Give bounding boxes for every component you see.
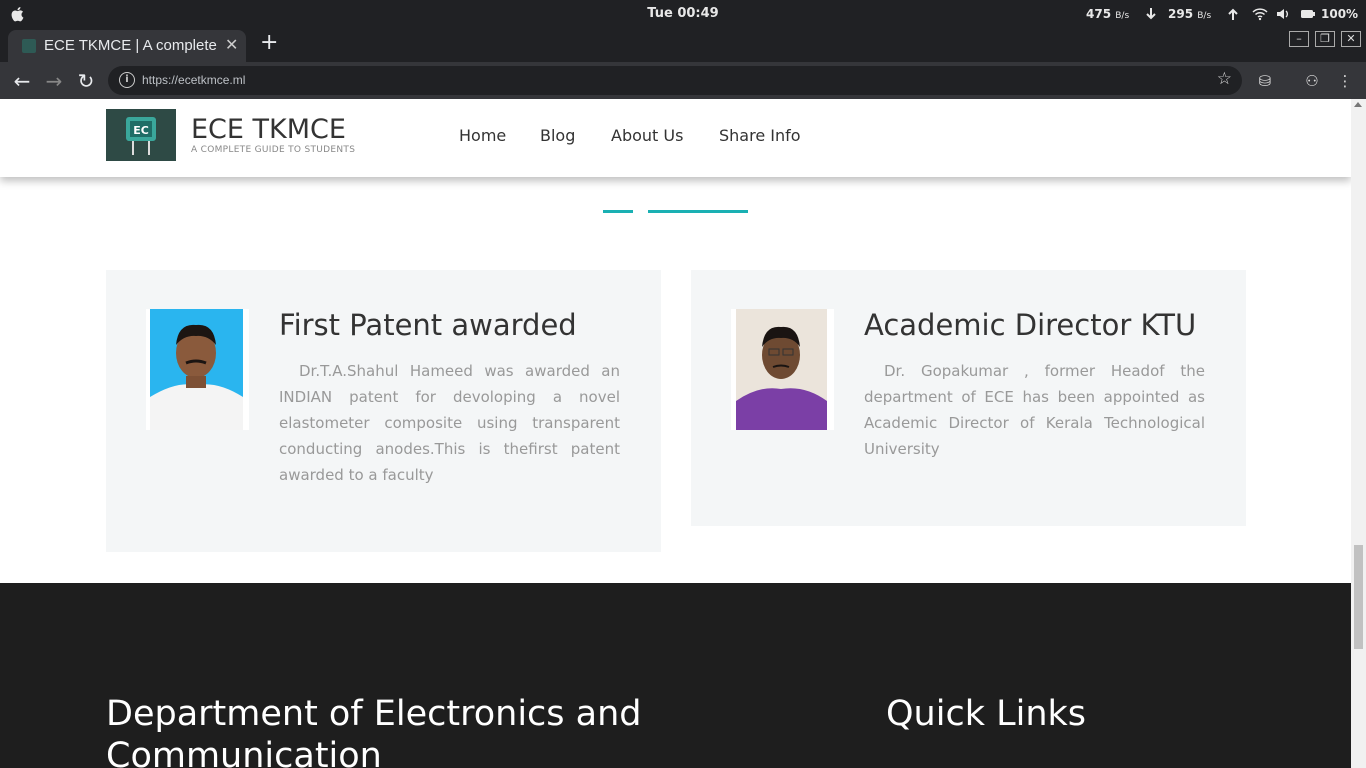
nav-blog[interactable]: Blog xyxy=(540,126,575,145)
tab-close-icon[interactable]: ✕ xyxy=(225,35,238,55)
site-info-icon[interactable]: i xyxy=(119,72,135,88)
news-card: First Patent awarded Dr.T.A.Shahul Hamee… xyxy=(106,270,661,552)
web-page: EC ECE TKMCE A COMPLETE GUIDE TO STUDENT… xyxy=(0,99,1351,768)
site-tagline: A COMPLETE GUIDE TO STUDENTS xyxy=(191,145,356,155)
extension-icon[interactable]: ⛁ xyxy=(1256,72,1274,90)
browser-toolbar: ← → ↻ i https://ecetkmce.ml ☆ ⛁ ⚇ ⋮ xyxy=(0,62,1366,99)
nav-share-info[interactable]: Share Info xyxy=(719,126,801,145)
menu-kebab-icon[interactable]: ⋮ xyxy=(1336,72,1354,90)
minimize-window-button[interactable]: – xyxy=(1289,31,1309,47)
address-bar[interactable]: i https://ecetkmce.ml ☆ xyxy=(108,66,1242,95)
news-body-1: Dr.T.A.Shahul Hameed was awarded an INDI… xyxy=(279,362,620,484)
download-rate: 475 B/s xyxy=(1086,7,1130,21)
faculty-photo-hameed xyxy=(146,309,249,430)
incognito-icon[interactable]: ⚇ xyxy=(1303,72,1321,90)
site-footer: Department of Electronics and Communicat… xyxy=(0,583,1351,768)
url-text[interactable]: https://ecetkmce.ml xyxy=(142,73,245,87)
tab-strip: ECE TKMCE | A complete guide to students… xyxy=(0,28,1366,62)
site-logo[interactable]: EC xyxy=(106,109,176,161)
download-arrow-icon xyxy=(1146,8,1156,20)
site-brand[interactable]: ECE TKMCE xyxy=(191,115,346,145)
news-title-1[interactable]: First Patent awarded xyxy=(279,308,577,342)
site-header: EC ECE TKMCE A COMPLETE GUIDE TO STUDENT… xyxy=(0,99,1351,177)
back-arrow-icon[interactable]: ← xyxy=(11,70,33,92)
footer-quick-links-heading: Quick Links xyxy=(886,694,1087,734)
bookmark-star-icon[interactable]: ☆ xyxy=(1217,69,1232,89)
section-divider-short xyxy=(603,210,633,213)
upload-arrow-icon xyxy=(1228,8,1238,20)
reload-icon[interactable]: ↻ xyxy=(75,70,97,92)
clock[interactable]: Tue 00:49 xyxy=(0,6,1366,21)
section-divider-long xyxy=(648,210,748,213)
close-window-button[interactable]: ✕ xyxy=(1341,31,1361,47)
news-body-2: Dr. Gopakumar , former Headof the depart… xyxy=(864,362,1205,458)
scroll-up-arrow-icon[interactable] xyxy=(1354,102,1362,107)
restore-window-button[interactable]: ❐ xyxy=(1315,31,1335,47)
news-card: Academic Director KTU Dr. Gopakumar , fo… xyxy=(691,270,1246,526)
faculty-photo-gopakumar xyxy=(731,309,834,430)
volume-icon[interactable] xyxy=(1275,6,1291,22)
news-title-2[interactable]: Academic Director KTU xyxy=(864,308,1196,342)
battery-percent: 100% xyxy=(1321,7,1359,21)
browser-tab[interactable]: ECE TKMCE | A complete guide to students… xyxy=(8,30,246,62)
upload-rate: 295 B/s xyxy=(1168,7,1212,21)
new-tab-button[interactable]: + xyxy=(260,30,278,56)
nav-about-us[interactable]: About Us xyxy=(611,126,683,145)
svg-text:EC: EC xyxy=(133,124,149,137)
os-top-bar: Tue 00:49 475 B/s 295 B/s 100% xyxy=(0,0,1366,28)
scrollbar-thumb[interactable] xyxy=(1354,545,1363,649)
footer-department-heading: Department of Electronics and Communicat… xyxy=(106,694,642,768)
tab-title: ECE TKMCE | A complete guide to students xyxy=(44,37,219,54)
site-favicon-icon xyxy=(22,39,36,53)
page-scrollbar[interactable] xyxy=(1351,99,1366,768)
battery-icon[interactable] xyxy=(1300,6,1316,22)
nav-home[interactable]: Home xyxy=(459,126,506,145)
wifi-icon[interactable] xyxy=(1252,6,1268,22)
forward-arrow-icon[interactable]: → xyxy=(43,70,65,92)
